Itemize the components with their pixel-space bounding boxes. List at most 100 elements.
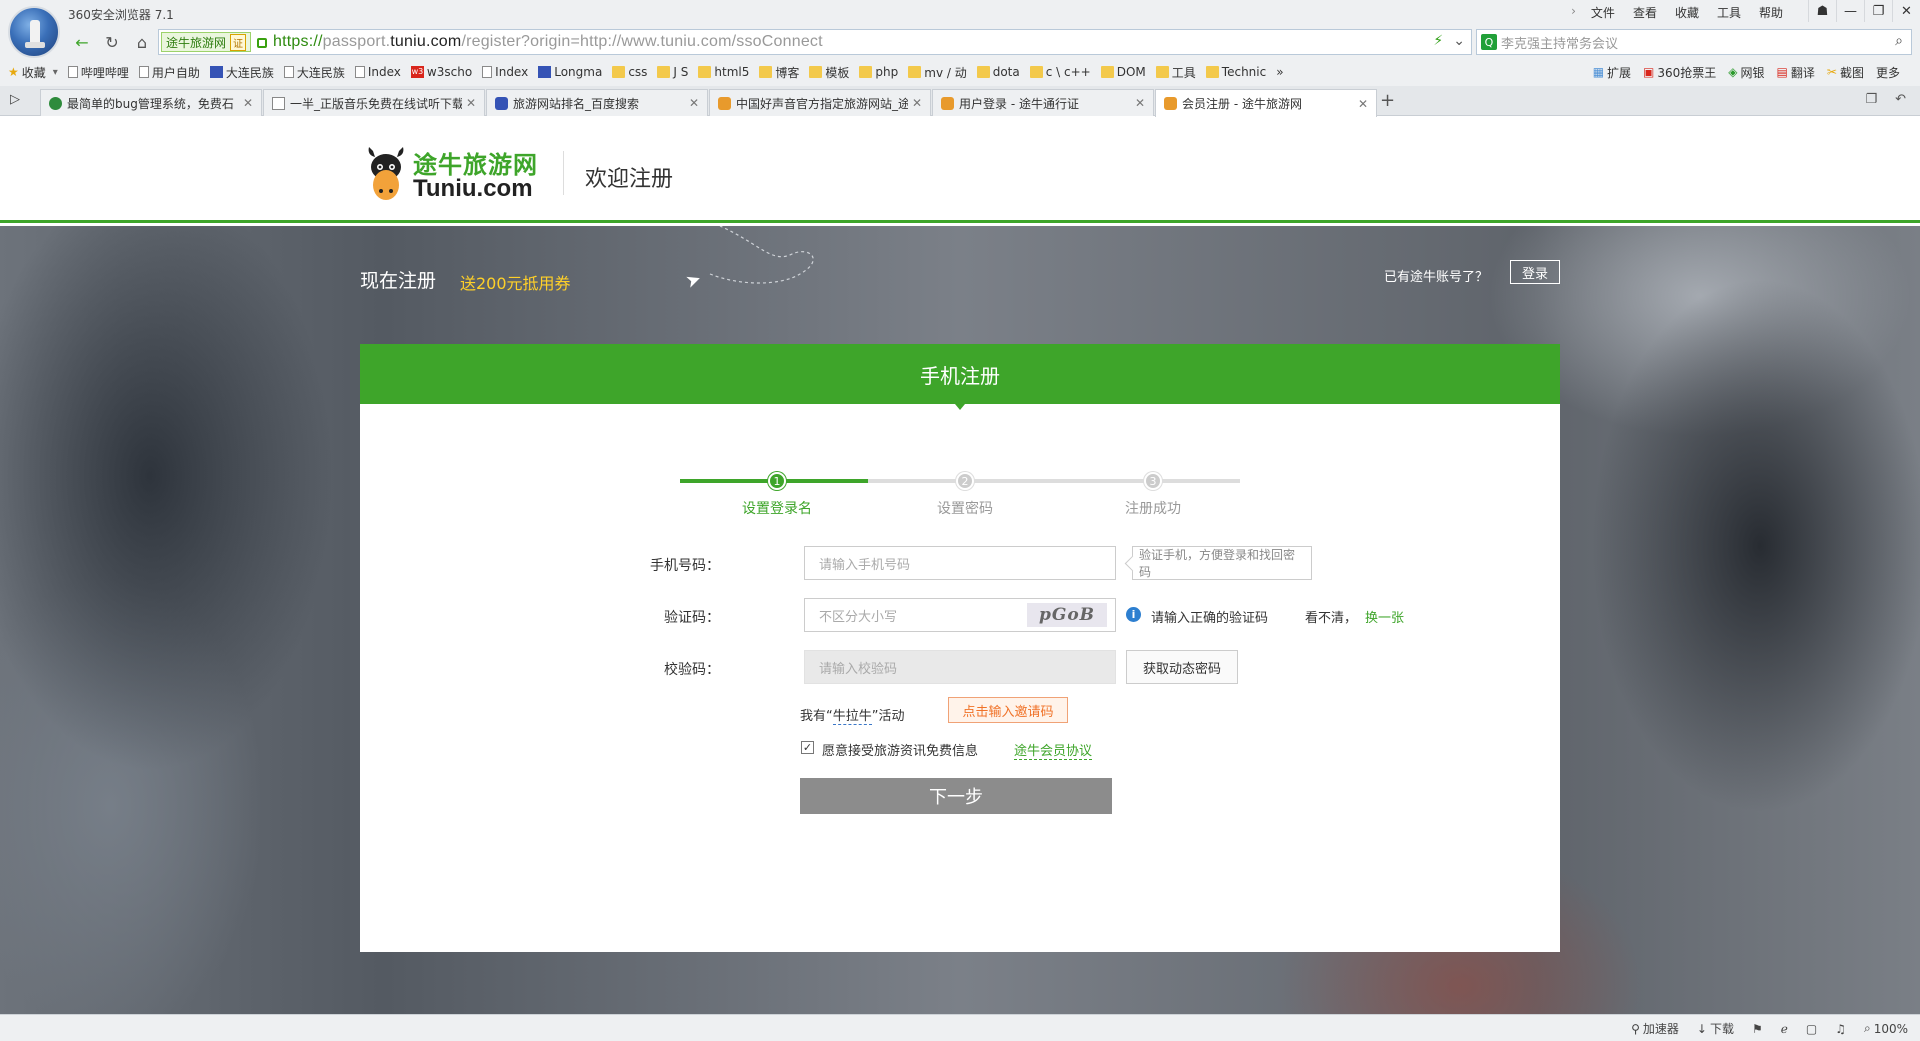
menu-tools[interactable]: 工具 [1708, 4, 1750, 21]
longma-icon [538, 66, 552, 78]
tab-music[interactable]: 一半_正版音乐免费在线试听下载 ✕ [263, 89, 485, 116]
next-step-button[interactable]: 下一步 [800, 778, 1112, 814]
new-tab-icon[interactable]: + [1380, 90, 1395, 111]
ie-icon[interactable]: ℯ [1781, 1020, 1788, 1037]
bookmark-item[interactable]: 用户自助 [138, 64, 200, 81]
bookmark-item[interactable]: ★ 收藏 ▾ [8, 64, 58, 81]
bookmark-folder[interactable]: DOM [1100, 65, 1146, 79]
bookmark-label: 模板 [825, 65, 850, 80]
more-button[interactable]: 更多 [1876, 64, 1900, 81]
change-captcha-link[interactable]: 换一张 [1365, 607, 1404, 626]
close-icon[interactable]: ✕ [912, 96, 922, 110]
window-icon[interactable]: ▢ [1806, 1020, 1817, 1037]
flag-icon[interactable]: ⚑ [1752, 1020, 1763, 1037]
menu-chevron-icon[interactable]: › [1565, 4, 1582, 21]
bookmark-item[interactable]: 大连民族 [283, 64, 345, 81]
info-icon: i [1126, 607, 1141, 622]
close-icon[interactable]: ✕ [689, 96, 699, 110]
zoom-button[interactable]: ⌕ 100% [1864, 1020, 1908, 1037]
lightning-icon[interactable]: ⚡ [1433, 33, 1443, 49]
tab-strip-actions: ❐ ↶ [1865, 92, 1906, 107]
member-agreement-link[interactable]: 途牛会员协议 [1014, 740, 1093, 760]
search-engine-icon[interactable]: Q [1481, 34, 1497, 50]
tab-login[interactable]: 用户登录 - 途牛通行证 ✕ [932, 89, 1154, 116]
skin-icon[interactable]: ☗ [1808, 0, 1836, 22]
chevron-down-icon: ▾ [52, 66, 58, 78]
tab-register[interactable]: 会员注册 - 途牛旅游网 ✕ [1155, 89, 1377, 117]
captcha-input[interactable]: 不区分大小写 pGoB [804, 598, 1116, 632]
undo-close-icon[interactable]: ↶ [1895, 92, 1906, 107]
sidebar-toggle-icon[interactable]: ▷ [10, 92, 20, 107]
back-arrow-icon[interactable]: ← [68, 30, 96, 54]
speaker-icon[interactable]: ♫ [1835, 1020, 1846, 1037]
bookmark-folder[interactable]: 工具 [1155, 64, 1196, 81]
bookmark-folder[interactable]: php [859, 65, 898, 79]
bookmark-item[interactable]: Index [354, 65, 401, 79]
tuniu-logo[interactable]: 途牛旅游网 Tuniu.com [365, 141, 545, 203]
tab-baidu-search[interactable]: 旅游网站排名_百度搜索 ✕ [486, 89, 708, 116]
ticket-button[interactable]: ▣ 360抢票王 [1643, 64, 1716, 81]
bookmark-folder[interactable]: 模板 [809, 64, 849, 81]
bookmark-item[interactable]: 哔哩哔哩 [67, 64, 129, 81]
dropdown-icon[interactable]: ⌄ [1453, 33, 1465, 49]
phone-input[interactable]: 请输入手机号码 [804, 546, 1116, 580]
bookmark-item[interactable]: w3 w3scho [410, 65, 472, 79]
tuniu-favicon-icon [941, 96, 954, 110]
bookmark-folder[interactable]: css [612, 65, 647, 79]
bookmark-folder[interactable]: html5 [698, 65, 749, 79]
accelerator-button[interactable]: ⚲ 加速器 [1631, 1020, 1679, 1037]
bookmark-item[interactable]: 大连民族 [209, 64, 274, 81]
tab-bug-tracker[interactable]: 最简单的bug管理系统，免费石 ✕ [40, 89, 262, 116]
login-button[interactable]: 登录 [1510, 260, 1560, 284]
niulaniu-link[interactable]: 牛拉牛 [832, 709, 872, 725]
menu-help[interactable]: 帮助 [1750, 4, 1792, 21]
enter-invite-code-button[interactable]: 点击输入邀请码 [948, 697, 1068, 723]
close-icon[interactable]: ✕ [466, 96, 476, 110]
code-label: 校验码： [664, 662, 720, 678]
search-icon[interactable]: ⌕ [1895, 33, 1903, 49]
home-icon[interactable]: ⌂ [128, 30, 156, 54]
close-icon[interactable]: ✕ [1358, 97, 1368, 111]
bookmark-folder[interactable]: c \ c++ [1029, 65, 1091, 79]
step-line-pending [868, 479, 1240, 483]
bookmark-folder[interactable]: J S [657, 65, 688, 79]
close-icon[interactable]: ✕ [243, 96, 253, 110]
screenshot-button[interactable]: ✂ 截图 [1827, 64, 1864, 81]
step-3-dot: 3 [1144, 472, 1162, 490]
newsletter-checkbox[interactable]: ✓ [801, 741, 814, 754]
bookmark-folder[interactable]: mv / 动 [908, 64, 967, 81]
translate-icon: ▤ [1776, 65, 1788, 79]
translate-button[interactable]: ▤ 翻译 [1777, 64, 1815, 81]
bookmark-more-icon[interactable]: » [1276, 65, 1283, 79]
tab-voice-china[interactable]: 中国好声音官方指定旅游网站_途 ✕ [709, 89, 931, 116]
folder-icon [1205, 66, 1219, 78]
bookmark-folder[interactable]: Technic [1205, 65, 1266, 79]
menu-view[interactable]: 查看 [1624, 4, 1666, 21]
captcha-image[interactable]: pGoB [1027, 603, 1107, 627]
refresh-icon[interactable]: ↻ [98, 30, 126, 54]
browser-logo-icon[interactable] [8, 6, 60, 58]
minimize-button[interactable]: — [1836, 0, 1864, 22]
code-input[interactable]: 请输入校验码 [804, 650, 1116, 684]
menu-favorites[interactable]: 收藏 [1666, 4, 1708, 21]
menu-file[interactable]: 文件 [1582, 4, 1624, 21]
star-icon: ★ [8, 65, 19, 79]
url-path: /register?origin=http://www.tuniu.com/ss… [461, 33, 823, 50]
bookmark-folder[interactable]: 博客 [759, 64, 799, 81]
download-button[interactable]: ↓ 下载 [1697, 1020, 1734, 1037]
extensions-button[interactable]: ▦ 扩展 [1593, 64, 1631, 81]
close-icon[interactable]: ✕ [1135, 96, 1145, 110]
address-input[interactable]: 途牛旅游网 证 https://passport.tuniu.com/regis… [158, 29, 1472, 55]
maximize-button[interactable]: ❐ [1864, 0, 1892, 22]
bookmark-item[interactable]: Longma [538, 65, 602, 79]
toolbar-label: 360抢票王 [1657, 65, 1717, 80]
tab-list-icon[interactable]: ❐ [1865, 92, 1877, 107]
close-button[interactable]: ✕ [1892, 0, 1920, 22]
search-input[interactable]: Q 李克强主持常务会议 ⌕ [1476, 29, 1912, 55]
folder-icon [1155, 66, 1169, 78]
cert-badge[interactable]: 途牛旅游网 证 [161, 32, 252, 52]
bank-button[interactable]: ◈ 网银 [1728, 64, 1764, 81]
bookmark-folder[interactable]: dota [976, 65, 1020, 79]
get-dynamic-code-button[interactable]: 获取动态密码 [1126, 650, 1238, 684]
bookmark-item[interactable]: Index [482, 65, 528, 79]
